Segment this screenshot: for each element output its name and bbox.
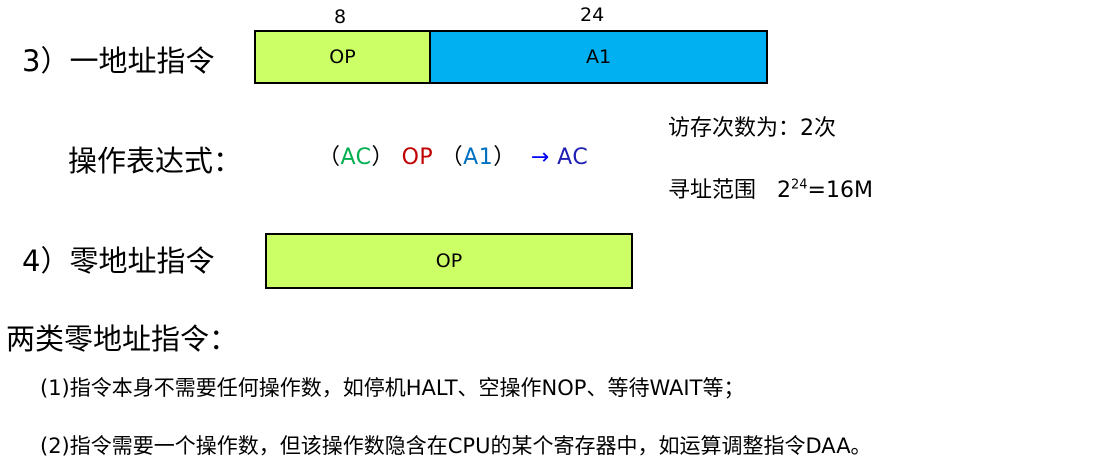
op-field-box: OP [254, 30, 431, 84]
expr-arrow-icon: → [530, 145, 550, 170]
a1-field-box: A1 [429, 30, 768, 84]
addr-bit-width: 24 [580, 4, 605, 26]
expression-label: 操作表达式： [68, 144, 243, 178]
expr-ac-dest: AC [557, 145, 589, 170]
zero-address-type-1: (1)指令本身不需要任何操作数，如停机HALT、空操作NOP、等待WAIT等； [40, 376, 745, 400]
expr-paren-close-2: ） [493, 145, 516, 170]
two-types-heading: 两类零地址指令： [6, 322, 239, 356]
a1-field-label: A1 [585, 46, 612, 68]
addressing-range: 寻址范围 224=16M [668, 172, 873, 204]
op-field-label: OP [329, 46, 356, 68]
zero-address-title: 4）零地址指令 [22, 244, 215, 278]
expr-paren-open-2: （ [440, 145, 464, 170]
zero-address-type-2: (2)指令需要一个操作数，但该操作数隐含在CPU的某个寄存器中，如运算调整指令D… [40, 434, 872, 458]
expr-a1: A1 [463, 145, 494, 170]
expr-paren-open-1: （ [318, 145, 341, 170]
expr-ac-source: AC [340, 145, 372, 170]
expr-paren-close-1: ） [371, 145, 395, 170]
expr-op: OP [401, 145, 434, 170]
zero-address-op-box: OP [265, 233, 633, 289]
addressing-range-label: 寻址范围 [668, 178, 757, 203]
addressing-result: =16M [807, 178, 873, 203]
zero-address-op-label: OP [435, 250, 463, 272]
operation-expression: （AC） OP （A1） → AC [318, 139, 588, 171]
one-address-title: 3）一地址指令 [22, 44, 215, 78]
addressing-base: 2 [777, 178, 791, 203]
memory-access-count: 访存次数为：2次 [668, 116, 836, 141]
op-bit-width: 8 [334, 6, 347, 28]
addressing-exponent: 24 [791, 177, 808, 193]
